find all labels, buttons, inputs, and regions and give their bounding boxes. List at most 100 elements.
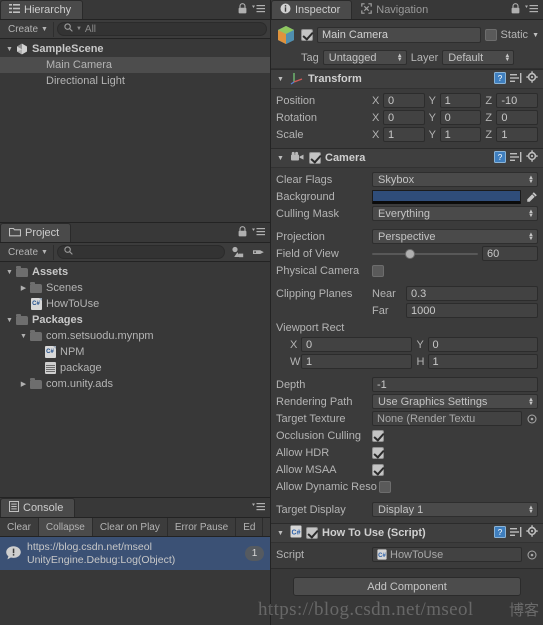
tree-item[interactable]: ·C#HowToUse — [0, 296, 270, 312]
transform-y-field[interactable]: 1 — [439, 127, 482, 142]
slider-knob[interactable] — [404, 248, 415, 259]
tree-item[interactable]: · Directional Light — [0, 73, 270, 89]
tag-dropdown[interactable]: Untagged ▲ ▼ — [322, 50, 407, 65]
tab-hierarchy[interactable]: Hierarchy — [0, 0, 84, 19]
transform-z-field[interactable]: 0 — [496, 110, 539, 125]
panel-menu-icon[interactable] — [252, 4, 265, 13]
preset-icon[interactable] — [510, 151, 522, 166]
panel-menu-icon[interactable] — [525, 4, 538, 13]
transform-z-field[interactable]: 1 — [496, 127, 539, 142]
chevron-right-icon[interactable]: ▶ — [18, 380, 29, 388]
script-object-field[interactable]: C# HowToUse — [372, 547, 522, 562]
tree-item[interactable]: · Main Camera — [0, 57, 270, 73]
object-picker-icon[interactable] — [526, 414, 538, 424]
viewport-h-field[interactable]: 1 — [427, 354, 538, 369]
gear-icon[interactable] — [526, 71, 539, 87]
tab-inspector[interactable]: Inspector — [271, 0, 353, 19]
tree-item[interactable]: ▼ SampleScene — [0, 41, 270, 57]
projection-dropdown[interactable]: Perspective ▲ ▼ — [372, 229, 538, 244]
lock-icon[interactable] — [238, 3, 247, 14]
tab-project[interactable]: Project — [0, 223, 72, 242]
static-dropdown-caret[interactable]: ▼ — [532, 32, 539, 39]
physical-camera-checkbox[interactable] — [372, 264, 384, 277]
console-button[interactable]: Error Pause — [167, 518, 237, 536]
tree-item[interactable]: ·C#NPM — [0, 344, 270, 360]
howtouse-script-enabled-checkbox[interactable] — [306, 527, 318, 539]
console-button[interactable]: Clear on Play — [92, 518, 168, 536]
transform-x-field[interactable]: 0 — [383, 93, 425, 108]
allow-dynamic-resolution-checkbox[interactable] — [379, 480, 391, 493]
console-log-list[interactable]: https://blog.csdn.net/mseol UnityEngine.D… — [0, 537, 270, 625]
tab-console[interactable]: Console — [0, 498, 76, 517]
gear-icon[interactable] — [526, 525, 539, 541]
transform-z-field[interactable]: -10 — [496, 93, 539, 108]
near-field[interactable]: 0.3 — [406, 286, 538, 301]
object-picker-icon[interactable] — [526, 550, 538, 560]
lock-icon[interactable] — [511, 3, 520, 14]
help-icon[interactable]: ? — [494, 71, 506, 87]
console-button[interactable]: Ed — [236, 518, 264, 536]
hierarchy-create-button[interactable]: Create ▼ — [3, 21, 54, 37]
allow-msaa-checkbox[interactable] — [372, 463, 384, 476]
gear-icon[interactable] — [526, 150, 539, 166]
console-log-entry[interactable]: https://blog.csdn.net/mseol UnityEngine.D… — [0, 537, 270, 570]
transform-y-field[interactable]: 0 — [439, 110, 482, 125]
filter-by-label-button[interactable] — [249, 245, 267, 260]
tree-item[interactable]: ▼ com.setsuodu.mynpm — [0, 328, 270, 344]
field-of-view-field[interactable]: 60 — [482, 246, 538, 261]
console-button[interactable]: Clear — [0, 518, 39, 536]
target-texture-field[interactable]: None (Render Textu — [372, 411, 522, 426]
tree-item[interactable]: ▶ Scenes — [0, 280, 270, 296]
help-icon[interactable]: ? — [494, 150, 506, 166]
viewport-w-field[interactable]: 1 — [301, 354, 412, 369]
depth-field[interactable]: -1 — [372, 377, 538, 392]
tab-navigation[interactable]: Navigation — [352, 0, 441, 19]
chevron-down-icon[interactable]: ▼ — [4, 269, 15, 276]
foldout-arrow-icon[interactable]: ▼ — [275, 155, 286, 162]
project-create-button[interactable]: Create ▼ — [3, 244, 54, 260]
occlusion-culling-checkbox[interactable] — [372, 429, 384, 442]
foldout-arrow-icon[interactable]: ▼ — [275, 530, 286, 537]
filter-by-type-button[interactable] — [228, 245, 246, 260]
project-tree[interactable]: ▼Assets▶Scenes·C#HowToUse▼Packages▼com.s… — [0, 262, 270, 497]
static-checkbox[interactable] — [484, 29, 497, 41]
chevron-down-icon[interactable]: ▼ — [4, 46, 15, 53]
foldout-arrow-icon[interactable]: ▼ — [275, 76, 286, 83]
transform-x-field[interactable]: 1 — [383, 127, 425, 142]
add-component-button[interactable]: Add Component — [293, 577, 521, 596]
viewport-y-field[interactable]: 0 — [427, 337, 538, 352]
background-color-swatch[interactable] — [372, 189, 521, 204]
layer-dropdown[interactable]: Default ▲ ▼ — [442, 50, 515, 65]
viewport-x-field[interactable]: 0 — [301, 337, 412, 352]
project-search-input[interactable] — [56, 245, 225, 259]
transform-x-field[interactable]: 0 — [383, 110, 425, 125]
howtouse-script-header[interactable]: ▼ C# How To Use (Script) ? — [271, 524, 543, 543]
camera-enabled-checkbox[interactable] — [309, 152, 321, 164]
console-button[interactable]: Collapse — [38, 518, 93, 536]
field-of-view-slider[interactable] — [372, 246, 478, 261]
hierarchy-search-input[interactable]: ▼ All — [56, 22, 267, 36]
hierarchy-tree[interactable]: ▼SampleScene·Main Camera·Directional Lig… — [0, 39, 270, 222]
preset-icon[interactable] — [510, 526, 522, 541]
allow-hdr-checkbox[interactable] — [372, 446, 384, 459]
gameobject-enabled-checkbox[interactable] — [301, 29, 313, 41]
lock-icon[interactable] — [238, 226, 247, 237]
eyedropper-icon[interactable] — [525, 191, 538, 203]
target-display-dropdown[interactable]: Display 1 ▲ ▼ — [372, 502, 538, 517]
tree-item[interactable]: ▼ Packages — [0, 312, 270, 328]
tree-item[interactable]: ▼ Assets — [0, 264, 270, 280]
tree-item[interactable]: ▶ com.unity.ads — [0, 376, 270, 392]
transform-y-field[interactable]: 1 — [439, 93, 482, 108]
camera-header[interactable]: ▼ Camera ? — [271, 149, 543, 168]
chevron-down-icon[interactable]: ▼ — [18, 333, 29, 340]
rendering-path-dropdown[interactable]: Use Graphics Settings ▲ ▼ — [372, 394, 538, 409]
panel-menu-icon[interactable] — [252, 502, 265, 511]
tree-item[interactable]: · package — [0, 360, 270, 376]
culling-mask-dropdown[interactable]: Everything ▲ ▼ — [372, 206, 538, 221]
transform-header[interactable]: ▼ Transform ? — [271, 70, 543, 89]
clear-flags-dropdown[interactable]: Skybox ▲ ▼ — [372, 172, 538, 187]
chevron-down-icon[interactable]: ▼ — [4, 317, 15, 324]
gameobject-name-field[interactable]: Main Camera — [317, 27, 481, 43]
preset-icon[interactable] — [510, 72, 522, 87]
chevron-right-icon[interactable]: ▶ — [18, 284, 29, 292]
